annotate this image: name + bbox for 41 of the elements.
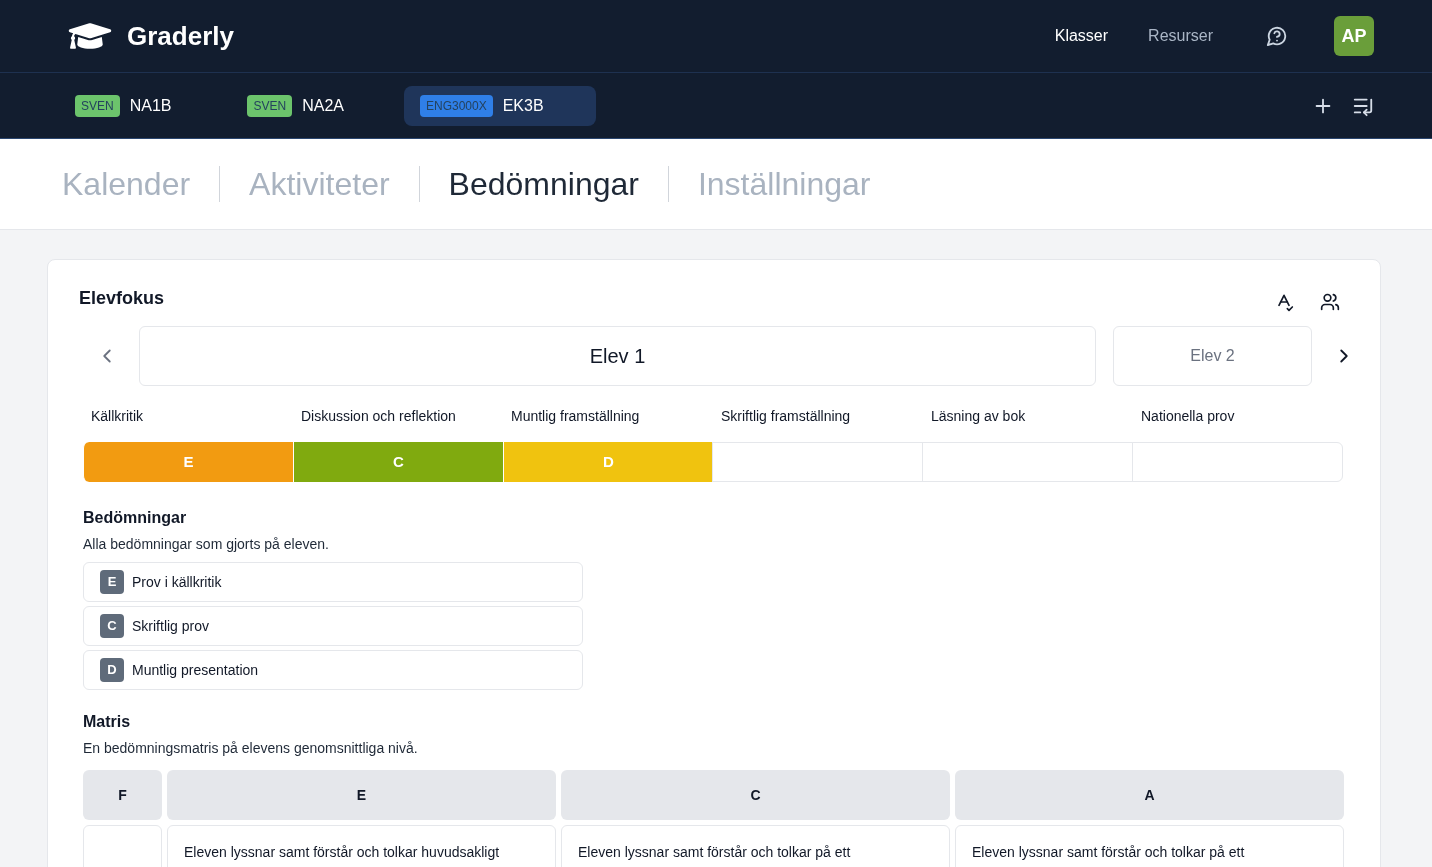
section-heading: Matris	[83, 712, 132, 732]
nav-link[interactable]: Resurser	[1148, 24, 1213, 48]
category-label: Muntlig framställning	[510, 407, 641, 426]
help-icon[interactable]	[1266, 25, 1288, 47]
matrix-header-cell: F	[83, 770, 162, 820]
section-title: Elevfokus	[79, 286, 165, 310]
matrix-text: Eleven lyssnar samt förstår och tolkar på ett	[578, 844, 851, 860]
page-tab[interactable]: Bedömningar	[448, 168, 639, 200]
student-card[interactable]: Elev 1	[139, 326, 1096, 386]
assessment-item[interactable]: D Muntlig presentation	[83, 650, 583, 690]
users-icon[interactable]	[1320, 292, 1340, 312]
grade-badge: C	[100, 614, 124, 638]
category-label: Diskussion och reflektion	[300, 407, 457, 426]
class-tab[interactable]: SVEN NA2A	[231, 85, 396, 126]
class-tab[interactable]: SVEN NA1B	[59, 85, 224, 126]
course-badge: SVEN	[247, 94, 293, 117]
section-heading: Bedömningar	[83, 508, 188, 528]
category-label: Läsning av bok	[930, 407, 1027, 426]
category-label: Skriftlig framställning	[720, 407, 852, 426]
category-label: Källkritik	[90, 407, 145, 426]
matrix-text: Eleven lyssnar samt förstår och tolkar på ett	[972, 844, 1245, 860]
nav-link[interactable]: Klasser	[1054, 24, 1109, 48]
grade-badge: E	[100, 570, 124, 594]
course-badge: SVEN	[75, 94, 120, 117]
class-tab[interactable]: ENG3000X EK3B	[403, 85, 596, 126]
student-card[interactable]: Elev 2	[1113, 326, 1312, 386]
section-description: En bedömningsmatris på elevens genomsnittliga nivå.	[83, 739, 419, 758]
category-label: Nationella prov	[1140, 407, 1236, 426]
assessment-item[interactable]: C Skriftlig prov	[83, 606, 583, 646]
matrix-header-cell: E	[167, 770, 556, 820]
grade-cell: D	[503, 442, 713, 482]
assessment-item[interactable]: E Prov i källkritik	[83, 562, 583, 602]
grade-badge: D	[100, 658, 124, 682]
matrix-header-cell: C	[561, 770, 950, 820]
matrix-header-cell: A	[955, 770, 1344, 820]
matrix-text: Eleven lyssnar samt förstår och tolkar huvudsakligt	[184, 844, 500, 860]
grade-cell: C	[293, 442, 503, 482]
logo-text: Graderly	[127, 23, 234, 49]
course-badge: ENG3000X	[419, 94, 493, 117]
section-description: Alla bedömningar som gjorts på eleven.	[83, 535, 330, 554]
grade-cell: E	[83, 442, 293, 482]
